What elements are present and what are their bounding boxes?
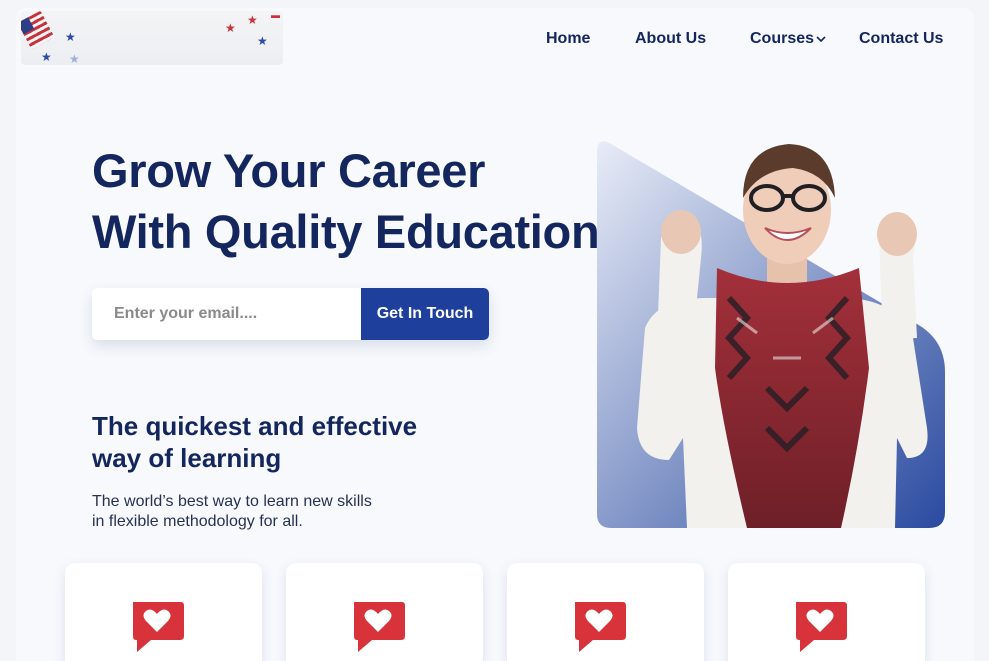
hero-title-line2: With Quality Education: [92, 205, 600, 258]
nav-about-us[interactable]: About Us: [635, 30, 706, 48]
heart-chat-icon: [133, 602, 184, 652]
section-text-line1: The world’s best way to learn new skills: [92, 493, 372, 510]
nav-courses-label: Courses: [750, 30, 815, 47]
logo-banner[interactable]: ★ ★ ★ ★ ★ ★ ▬: [21, 11, 283, 65]
star-icon: ★: [247, 13, 258, 27]
heart-chat-icon: [354, 602, 405, 652]
star-icon: ▬: [271, 11, 280, 20]
nav-courses[interactable]: Courses: [750, 30, 826, 48]
star-icon: ★: [69, 52, 80, 65]
section-text-line2: in flexible methodology for all.: [92, 513, 303, 530]
feature-card[interactable]: [286, 563, 483, 661]
nav-home[interactable]: Home: [546, 30, 590, 48]
feature-card[interactable]: [65, 563, 262, 661]
left-fist: [661, 210, 701, 254]
hero-title: Grow Your Career With Quality Education: [92, 140, 600, 262]
star-icon: ★: [225, 21, 236, 35]
right-fist: [877, 212, 917, 256]
heart-chat-icon: [575, 602, 626, 652]
email-input[interactable]: [92, 288, 361, 340]
feature-card[interactable]: [507, 563, 704, 661]
section-title-line2: way of learning: [92, 443, 282, 473]
star-icon: ★: [65, 30, 76, 44]
flag-icon: [21, 11, 55, 50]
star-icon: ★: [257, 34, 268, 48]
section-title-line1: The quickest and effective: [92, 411, 418, 441]
hero-image: [597, 141, 945, 529]
get-in-touch-button[interactable]: Get In Touch: [361, 288, 489, 340]
star-icon: ★: [41, 50, 52, 64]
chevron-down-icon: [816, 36, 826, 43]
hero-title-line1: Grow Your Career: [92, 144, 486, 197]
email-signup-form: Get In Touch: [92, 288, 489, 340]
heart-chat-icon: [796, 602, 847, 652]
feature-card[interactable]: [728, 563, 925, 661]
section-description: The world’s best way to learn new skills…: [92, 492, 372, 532]
section-title: The quickest and effective way of learni…: [92, 410, 417, 474]
nav-contact-us[interactable]: Contact Us: [859, 30, 943, 48]
